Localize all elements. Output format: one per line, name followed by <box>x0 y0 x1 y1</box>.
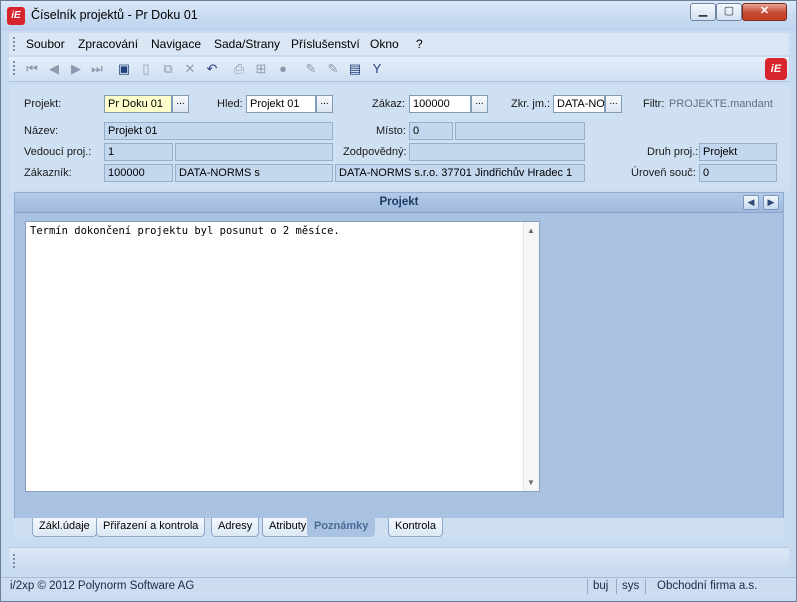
panel-prev-icon[interactable]: ◀ <box>743 195 759 210</box>
hled-lookup-button[interactable]: ... <box>316 95 333 113</box>
first-record-icon[interactable]: ⏮ <box>24 61 40 77</box>
toolbar-grip-icon[interactable] <box>13 61 15 75</box>
filtr-label: Filtr: <box>643 98 665 110</box>
zkr-lookup-button[interactable]: ... <box>605 95 622 113</box>
scroll-down-icon[interactable]: ▼ <box>527 478 535 487</box>
filter-icon[interactable]: Y <box>369 61 385 77</box>
prev-record-icon[interactable]: ◀ <box>46 61 62 77</box>
zkr-label: Zkr. jm.: <box>511 98 551 110</box>
vedouci-field: 1 <box>104 143 173 161</box>
edit-alt-icon[interactable]: ✎ <box>325 61 341 77</box>
undo-icon[interactable]: ↶ <box>204 61 220 77</box>
save-icon[interactable]: ▣ <box>116 61 132 77</box>
menu-soubor[interactable]: Soubor <box>26 37 65 51</box>
sheet-icon[interactable]: ▤ <box>347 61 363 77</box>
window-title: Číselník projektů - Pr Doku 01 <box>31 8 198 22</box>
status-divider <box>587 579 588 594</box>
zakaz-input[interactable]: 100000 <box>409 95 471 113</box>
new-document-icon[interactable]: ▯ <box>138 61 154 77</box>
misto-label: Místo: <box>376 125 406 137</box>
last-record-icon[interactable]: ⏭ <box>89 61 105 77</box>
scroll-up-icon[interactable]: ▲ <box>527 226 535 235</box>
hled-label: Hled: <box>217 98 243 110</box>
status-divider <box>616 579 617 594</box>
status-divider <box>645 579 646 594</box>
menu-bar: Soubor Zpracování Navigace Sada/Strany P… <box>9 33 789 55</box>
uroven-field: 0 <box>699 164 777 182</box>
menu-okno[interactable]: Okno <box>370 37 399 51</box>
projekt-input[interactable]: Pr Doku 01 <box>104 95 172 113</box>
notes-scrollbar[interactable]: ▲ ▼ <box>523 222 539 491</box>
zkr-input[interactable]: DATA-NO <box>553 95 605 113</box>
vedouci-name-field <box>175 143 333 161</box>
panel-header: Projekt ◀ ▶ <box>15 193 783 213</box>
delete-icon[interactable]: ✕ <box>182 61 198 77</box>
panel-next-icon[interactable]: ▶ <box>763 195 779 210</box>
zodpovedny-field <box>409 143 585 161</box>
misto-name-field <box>455 122 585 140</box>
zakaznik-id-field: 100000 <box>104 164 173 182</box>
zodpovedny-label: Zodpovědný: <box>343 146 407 158</box>
print-icon[interactable]: ⎙ <box>231 61 247 77</box>
lower-toolbar-grip-icon[interactable] <box>13 554 15 568</box>
menu-prislusenstvi[interactable]: Příslušenství <box>291 37 360 51</box>
zakaznik-name-field: DATA-NORMS s <box>175 164 333 182</box>
menu-sada-strany[interactable]: Sada/Strany <box>214 37 280 51</box>
stop-icon[interactable]: ● <box>275 61 291 77</box>
app-logo-icon: iE <box>7 7 25 25</box>
tab-strip: Zákl.údaje Přiřazení a kontrola Adresy A… <box>14 518 784 538</box>
menu-help[interactable]: ? <box>416 37 423 51</box>
projekt-lookup-button[interactable]: ... <box>172 95 189 113</box>
tab-prirazeni[interactable]: Přiřazení a kontrola <box>96 518 206 537</box>
zakaznik-full-field: DATA-NORMS s.r.o. 37701 Jindřichův Hrade… <box>335 164 585 182</box>
status-user: buj <box>593 580 609 592</box>
vedouci-label: Vedoucí proj.: <box>24 146 92 158</box>
status-db: sys <box>622 580 640 592</box>
druh-label: Druh proj.: <box>647 146 699 158</box>
hled-input[interactable]: Projekt 01 <box>246 95 316 113</box>
uroven-label: Úroveň souč: <box>631 167 696 179</box>
minimize-button[interactable]: ▁ <box>690 3 716 21</box>
status-bar: i/2xp © 2012 Polynorm Software AG buj sy… <box>1 577 796 595</box>
panel-title: Projekt <box>379 196 419 208</box>
toolbar: ⏮ ◀ ▶ ⏭ ▣ ▯ ⧉ ✕ ↶ ⎙ ⊞ ● ✎ ✎ ▤ Y <box>9 57 789 82</box>
next-record-icon[interactable]: ▶ <box>68 61 84 77</box>
filtr-value: PROJEKTE.mandant <box>669 98 773 110</box>
zakaz-lookup-button[interactable]: ... <box>471 95 488 113</box>
tree-icon[interactable]: ⊞ <box>253 61 269 77</box>
menu-grip-icon[interactable] <box>13 37 15 51</box>
nazev-field: Projekt 01 <box>104 122 333 140</box>
druh-field: Projekt <box>699 143 777 161</box>
status-copyright: i/2xp © 2012 Polynorm Software AG <box>10 580 195 592</box>
brand-logo-icon: iE <box>765 58 787 80</box>
menu-navigace[interactable]: Navigace <box>151 37 201 51</box>
lower-toolbar <box>9 547 789 573</box>
zakaznik-label: Zákazník: <box>24 167 72 179</box>
project-panel: Projekt ◀ ▶ Termín dokončení projektu by… <box>14 192 784 519</box>
tab-atributy[interactable]: Atributy <box>262 518 314 537</box>
status-company: Obchodní firma a.s. <box>657 580 758 592</box>
tab-adresy[interactable]: Adresy <box>211 518 260 537</box>
menu-zpracovani[interactable]: Zpracování <box>78 37 138 51</box>
tab-zakl-udaje[interactable]: Zákl.údaje <box>32 518 97 537</box>
notes-textarea[interactable]: Termín dokončení projektu byl posunut o … <box>25 221 540 492</box>
tab-poznamky[interactable]: Poznámky <box>307 518 376 537</box>
maximize-button[interactable]: ▢ <box>716 3 742 21</box>
copy-icon[interactable]: ⧉ <box>160 61 176 77</box>
close-button[interactable]: ✕ <box>742 3 787 21</box>
edit-icon[interactable]: ✎ <box>303 61 319 77</box>
nazev-label: Název: <box>24 125 59 137</box>
projekt-label: Projekt: <box>24 98 62 110</box>
misto-field: 0 <box>409 122 453 140</box>
application-window: iE Číselník projektů - Pr Doku 01 ▁ ▢ ✕ … <box>0 0 797 602</box>
zakaz-label: Zákaz: <box>372 98 406 110</box>
project-form: Projekt: Pr Doku 01 ... Hled: Projekt 01… <box>9 85 789 191</box>
notes-text[interactable]: Termín dokončení projektu byl posunut o … <box>30 225 340 237</box>
tab-kontrola[interactable]: Kontrola <box>388 518 443 537</box>
title-bar[interactable]: iE Číselník projektů - Pr Doku 01 ▁ ▢ ✕ <box>1 1 796 31</box>
